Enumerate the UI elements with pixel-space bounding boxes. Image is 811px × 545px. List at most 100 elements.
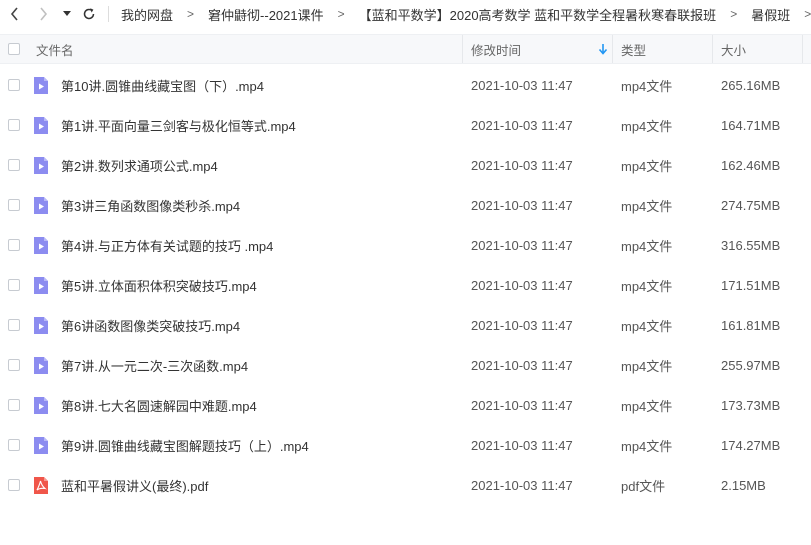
column-header-modified[interactable]: 修改时间 [471, 35, 521, 63]
column-divider[interactable] [612, 35, 613, 63]
column-divider[interactable] [802, 35, 803, 63]
file-type: mp4文件 [621, 278, 673, 294]
row-checkbox[interactable] [8, 119, 20, 131]
file-type: mp4文件 [621, 438, 673, 454]
file-size: 161.81MB [721, 317, 781, 333]
row-checkbox[interactable] [8, 319, 20, 331]
file-name[interactable]: 第2讲.数列求通项公式.mp4 [61, 145, 218, 185]
breadcrumb-item[interactable]: 【蓝和平数学】2020高考数学 蓝和平数学全程暑秋寒春联报班 [351, 5, 725, 24]
file-name[interactable]: 第10讲.圆锥曲线藏宝图（下）.mp4 [61, 65, 264, 105]
table-row[interactable]: 第9讲.圆锥曲线藏宝图解题技巧（上）.mp4 2021-10-03 11:47 … [0, 425, 811, 465]
file-name[interactable]: 第6讲函数图像类突破技巧.mp4 [61, 305, 240, 345]
file-name[interactable]: 第3讲三角函数图像类秒杀.mp4 [61, 185, 240, 225]
breadcrumb: 我的网盘 > 窘仲鼭彻--2021课件 > 【蓝和平数学】2020高考数学 蓝和… [113, 0, 811, 28]
select-all-checkbox[interactable] [8, 43, 20, 55]
chevron-left-icon [10, 7, 18, 21]
video-file-icon [34, 437, 48, 454]
file-size: 2.15MB [721, 477, 766, 493]
table-row[interactable]: 第8讲.七大名圆速解园中难题.mp4 2021-10-03 11:47 mp4文… [0, 385, 811, 425]
file-name[interactable]: 第9讲.圆锥曲线藏宝图解题技巧（上）.mp4 [61, 425, 309, 465]
file-modified-date: 2021-10-03 11:47 [471, 437, 573, 453]
breadcrumb-item[interactable]: 我的网盘 [113, 5, 181, 24]
file-name[interactable]: 第1讲.平面向量三剑客与极化恒等式.mp4 [61, 105, 296, 145]
column-header-name[interactable]: 文件名 [36, 35, 74, 63]
file-name[interactable]: 第7讲.从一元二次-三次函数.mp4 [61, 345, 248, 385]
table-row[interactable]: 第6讲函数图像类突破技巧.mp4 2021-10-03 11:47 mp4文件 … [0, 305, 811, 345]
file-type: mp4文件 [621, 238, 673, 254]
video-file-icon [34, 277, 48, 294]
file-size: 164.71MB [721, 117, 781, 133]
row-checkbox[interactable] [8, 279, 20, 291]
row-checkbox[interactable] [8, 399, 20, 411]
file-type: mp4文件 [621, 398, 673, 414]
breadcrumb-separator: > [730, 7, 738, 21]
breadcrumb-item[interactable]: 窘仲鼭彻--2021课件 [200, 5, 332, 24]
file-modified-date: 2021-10-03 11:47 [471, 477, 573, 493]
file-size: 162.46MB [721, 157, 781, 173]
file-type: mp4文件 [621, 318, 673, 334]
column-divider[interactable] [462, 35, 463, 63]
file-size: 265.16MB [721, 77, 781, 93]
video-file-icon [34, 357, 48, 374]
table-row[interactable]: 第7讲.从一元二次-三次函数.mp4 2021-10-03 11:47 mp4文… [0, 345, 811, 385]
file-type: mp4文件 [621, 358, 673, 374]
file-name[interactable]: 第5讲.立体面积体积突破技巧.mp4 [61, 265, 257, 305]
file-size: 174.27MB [721, 437, 781, 453]
caret-down-icon [63, 11, 71, 16]
forward-button[interactable] [34, 5, 52, 23]
file-size: 274.75MB [721, 197, 781, 213]
column-header-size[interactable]: 大小 [721, 35, 746, 63]
breadcrumb-item[interactable]: 暑假班 [743, 5, 798, 24]
table-row[interactable]: 第1讲.平面向量三剑客与极化恒等式.mp4 2021-10-03 11:47 m… [0, 105, 811, 145]
file-modified-date: 2021-10-03 11:47 [471, 237, 573, 253]
table-row[interactable]: 第5讲.立体面积体积突破技巧.mp4 2021-10-03 11:47 mp4文… [0, 265, 811, 305]
file-type: mp4文件 [621, 118, 673, 134]
file-modified-date: 2021-10-03 11:47 [471, 157, 573, 173]
table-row[interactable]: 第2讲.数列求通项公式.mp4 2021-10-03 11:47 mp4文件 1… [0, 145, 811, 185]
file-size: 316.55MB [721, 237, 781, 253]
file-modified-date: 2021-10-03 11:47 [471, 197, 573, 213]
breadcrumb-separator: > [804, 7, 811, 21]
file-type: mp4文件 [621, 198, 673, 214]
table-row[interactable]: 第3讲三角函数图像类秒杀.mp4 2021-10-03 11:47 mp4文件 … [0, 185, 811, 225]
chevron-right-icon [40, 7, 48, 21]
row-checkbox[interactable] [8, 199, 20, 211]
history-dropdown-button[interactable] [60, 5, 74, 23]
column-divider[interactable] [712, 35, 713, 63]
column-header-type[interactable]: 类型 [621, 35, 646, 63]
back-button[interactable] [6, 5, 24, 23]
file-modified-date: 2021-10-03 11:47 [471, 77, 573, 93]
row-checkbox[interactable] [8, 159, 20, 171]
file-modified-date: 2021-10-03 11:47 [471, 357, 573, 373]
file-name[interactable]: 蓝和平暑假讲义(最终).pdf [61, 465, 208, 505]
row-checkbox[interactable] [8, 359, 20, 371]
row-checkbox[interactable] [8, 79, 20, 91]
sort-descending-icon[interactable] [598, 43, 608, 55]
refresh-button[interactable] [80, 5, 98, 23]
file-list: 第10讲.圆锥曲线藏宝图（下）.mp4 2021-10-03 11:47 mp4… [0, 65, 811, 505]
table-row[interactable]: 第4讲.与正方体有关试题的技巧 .mp4 2021-10-03 11:47 mp… [0, 225, 811, 265]
row-checkbox[interactable] [8, 239, 20, 251]
table-row[interactable]: 第10讲.圆锥曲线藏宝图（下）.mp4 2021-10-03 11:47 mp4… [0, 65, 811, 105]
breadcrumb-separator: > [337, 7, 345, 21]
file-modified-date: 2021-10-03 11:47 [471, 317, 573, 333]
file-modified-date: 2021-10-03 11:47 [471, 397, 573, 413]
video-file-icon [34, 317, 48, 334]
file-size: 171.51MB [721, 277, 781, 293]
file-name[interactable]: 第8讲.七大名圆速解园中难题.mp4 [61, 385, 257, 425]
file-modified-date: 2021-10-03 11:47 [471, 277, 573, 293]
refresh-icon [83, 8, 95, 20]
file-name[interactable]: 第4讲.与正方体有关试题的技巧 .mp4 [61, 225, 273, 265]
nav-divider [108, 6, 109, 22]
video-file-icon [34, 157, 48, 174]
video-file-icon [34, 117, 48, 134]
table-header: 文件名 修改时间 类型 大小 [0, 34, 811, 64]
row-checkbox[interactable] [8, 439, 20, 451]
table-row[interactable]: 蓝和平暑假讲义(最终).pdf 2021-10-03 11:47 pdf文件 2… [0, 465, 811, 505]
file-type: pdf文件 [621, 478, 666, 494]
file-type: mp4文件 [621, 78, 673, 94]
file-type: mp4文件 [621, 158, 673, 174]
navigation-bar: 我的网盘 > 窘仲鼭彻--2021课件 > 【蓝和平数学】2020高考数学 蓝和… [0, 0, 811, 28]
file-size: 173.73MB [721, 397, 781, 413]
row-checkbox[interactable] [8, 479, 20, 491]
